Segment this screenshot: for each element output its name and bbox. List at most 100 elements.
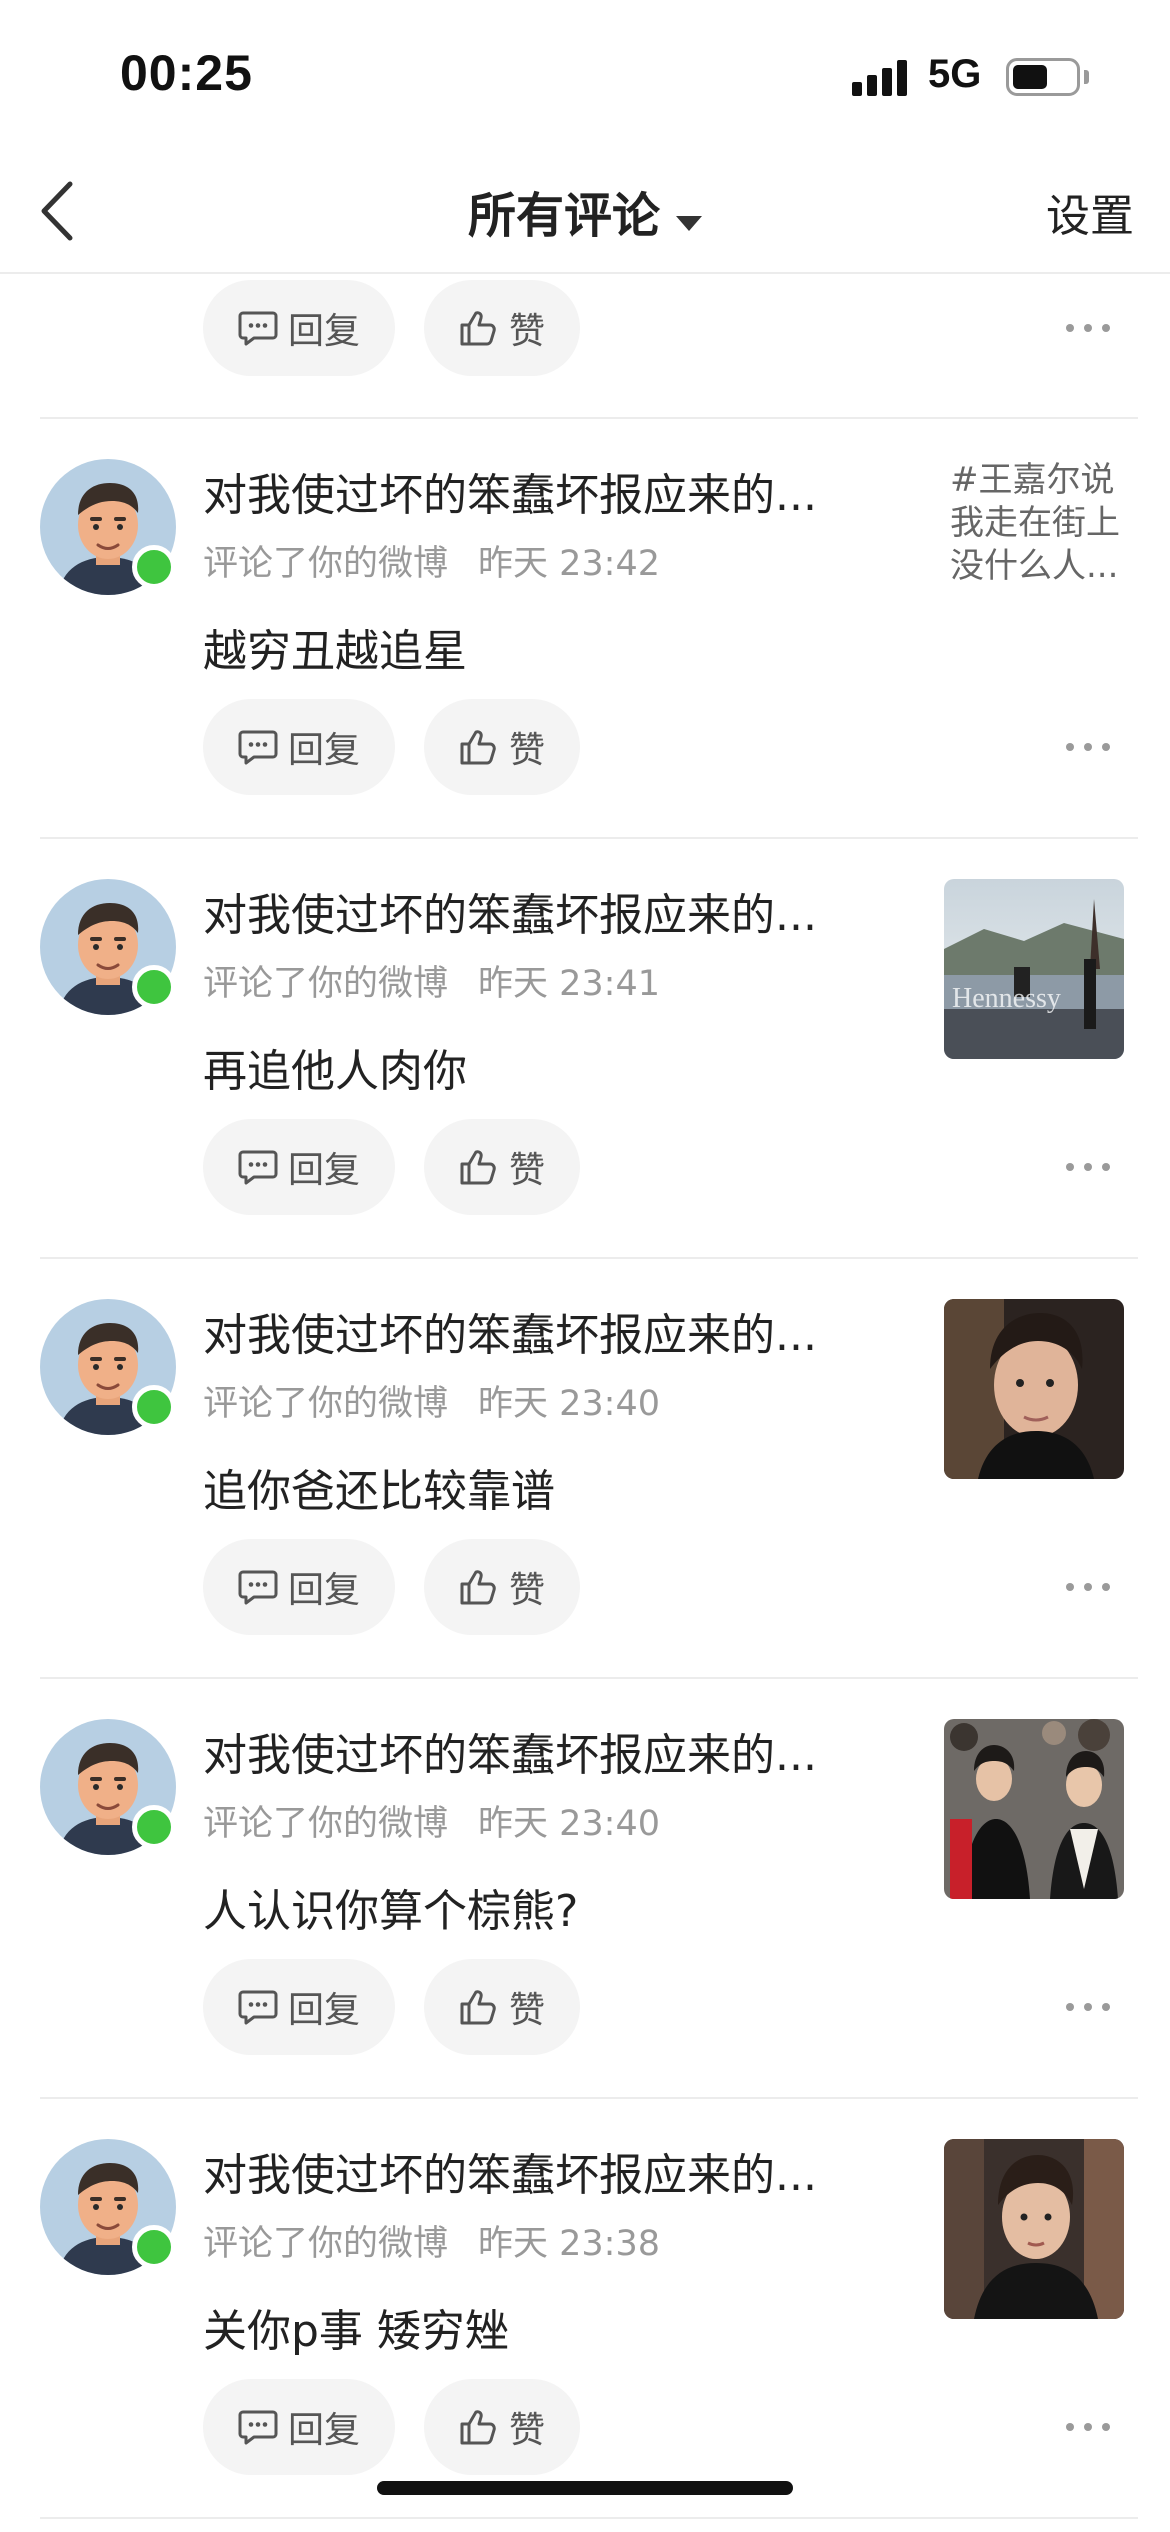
user-name[interactable]: 对我使过坏的笨蠢坏报应来的... [203,879,817,943]
thumbs-up-icon [460,2410,496,2445]
thumbs-up-icon [460,730,496,765]
user-name[interactable]: 对我使过坏的笨蠢坏报应来的... [203,1299,817,1363]
reply-button[interactable]: 回复 [203,1539,395,1635]
comment-filter-dropdown[interactable]: 所有评论 [0,176,1170,246]
comment-item[interactable]: 对我使过坏的笨蠢坏报应来的... 评论了你的微博 昨天 23:40 追你爸还比较靠谱回… [0,1257,1170,1677]
action-row: 回复 赞 [0,1959,1170,2055]
reply-button[interactable]: 回复 [203,1959,395,2055]
comment-text[interactable]: 人认识你算个棕熊? [203,1875,578,1939]
like-button[interactable]: 赞 [424,2379,580,2475]
divider [40,1257,1138,1259]
comment-item[interactable]: 对我使过坏的笨蠢坏报应来的... 评论了你的微博 昨天 23:38 关你p事 矮穷矬回… [0,2097,1170,2517]
action-row: 回复 赞 [0,1119,1170,1215]
comment-meta: 评论了你的微博 昨天 23:41 [203,955,660,1006]
comment-action: 评论了你的微博 [203,1384,449,1424]
action-row: 回复 赞 [0,699,1170,795]
reply-button[interactable]: 回复 [203,2379,395,2475]
like-label: 赞 [508,730,545,771]
more-icon[interactable] [1064,1995,1114,2019]
post-thumbnail[interactable]: Hennessy [944,879,1124,1059]
divider [40,2097,1138,2099]
more-icon[interactable] [1064,1575,1114,1599]
battery-icon [1006,58,1080,96]
comment-bubble-icon [238,1150,278,1185]
comment-bubble-icon [238,1570,278,1605]
battery-tip [1084,70,1089,84]
comment-item[interactable]: 对我使过坏的笨蠢坏报应来的... 评论了你的微博 昨天 23:41 再追他人肉你 Hen… [0,837,1170,1257]
online-status-dot [132,545,176,589]
comment-text[interactable]: 追你爸还比较靠谱 [203,1455,555,1519]
user-name[interactable]: 对我使过坏的笨蠢坏报应来的... [203,2139,817,2203]
cellular-signal-icon [852,60,908,96]
comment-action: 评论了你的微博 [203,1804,449,1844]
comment-time: 昨天 23:38 [478,2224,661,2264]
caret-down-icon [676,216,702,231]
page-title: 所有评论 [467,188,660,244]
post-thumbnail[interactable] [944,1719,1124,1899]
user-name[interactable]: 对我使过坏的笨蠢坏报应来的... [203,459,817,523]
reply-label: 回复 [287,311,360,352]
post-preview-line: 我走在街上 [950,503,1120,543]
comment-meta: 评论了你的微博 昨天 23:40 [203,1795,660,1846]
reply-label: 回复 [287,1990,360,2031]
post-thumbnail[interactable] [944,2139,1124,2319]
reply-button[interactable]: 回复 [203,1119,395,1215]
reply-label: 回复 [287,1150,360,1191]
thumbs-up-icon [460,1570,496,1605]
comment-bubble-icon [238,311,278,346]
reply-button[interactable]: 回复 [203,280,395,376]
like-button[interactable]: 赞 [424,1119,580,1215]
user-name[interactable]: 对我使过坏的笨蠢坏报应来的... [203,1719,817,1783]
comment-text[interactable]: 关你p事 矮穷矬 [203,2295,509,2359]
comment-time: 昨天 23:41 [478,964,661,1004]
nav-bar: 所有评论 设置 [0,150,1170,274]
comment-time: 昨天 23:40 [478,1384,661,1424]
like-button[interactable]: 赞 [424,699,580,795]
divider [40,837,1138,839]
home-indicator [377,2481,793,2495]
divider [40,1677,1138,1679]
reply-label: 回复 [287,2410,360,2451]
more-icon[interactable] [1064,316,1114,340]
post-preview-text[interactable]: #王嘉尔说 我走在街上 没什么人... [950,459,1140,588]
post-preview-caption: Hennessy [952,983,1061,1014]
like-button[interactable]: 赞 [424,280,580,376]
comment-action: 评论了你的微博 [203,544,449,584]
status-time: 00:25 [120,45,253,101]
thumbs-up-icon [460,1150,496,1185]
like-label: 赞 [508,311,545,352]
comment-item[interactable]: 对我使过坏的笨蠢坏报应来的... 评论了你的微博 昨天 23:42 越穷丑越追星 #王嘉… [0,417,1170,837]
comment-item[interactable]: 对我使过坏的笨蠢坏报应来的... 评论了你的微博 昨天 23:40 人认识你算个棕熊?… [0,1677,1170,2097]
action-row: 回复 赞 [0,1539,1170,1635]
like-label: 赞 [508,1570,545,1611]
comment-action: 评论了你的微博 [203,964,449,1004]
reply-label: 回复 [287,730,360,771]
network-type: 5G [928,52,982,96]
like-label: 赞 [508,1990,545,2031]
comment-text[interactable]: 再追他人肉你 [203,1035,467,1099]
online-status-dot [132,2225,176,2269]
divider [40,2517,1138,2519]
more-icon[interactable] [1064,735,1114,759]
more-icon[interactable] [1064,1155,1114,1179]
status-bar: 00:25 5G [0,0,1170,150]
divider [40,417,1138,419]
comment-time: 昨天 23:42 [478,544,661,584]
like-button[interactable]: 赞 [424,1539,580,1635]
like-button[interactable]: 赞 [424,1959,580,2055]
thumbs-up-icon [460,1990,496,2025]
like-label: 赞 [508,1150,545,1191]
comment-text[interactable]: 越穷丑越追星 [203,615,467,679]
reply-label: 回复 [287,1570,360,1611]
action-row: 回复 赞 [0,2379,1170,2475]
thumbs-up-icon [460,311,496,346]
more-icon[interactable] [1064,2415,1114,2439]
comment-bubble-icon [238,730,278,765]
action-row: 回复 赞 [0,280,1170,376]
post-thumbnail[interactable] [944,1299,1124,1479]
online-status-dot [132,965,176,1009]
post-preview-line: 没什么人... [950,546,1119,586]
settings-button[interactable]: 设置 [1046,180,1134,244]
reply-button[interactable]: 回复 [203,699,395,795]
online-status-dot [132,1385,176,1429]
